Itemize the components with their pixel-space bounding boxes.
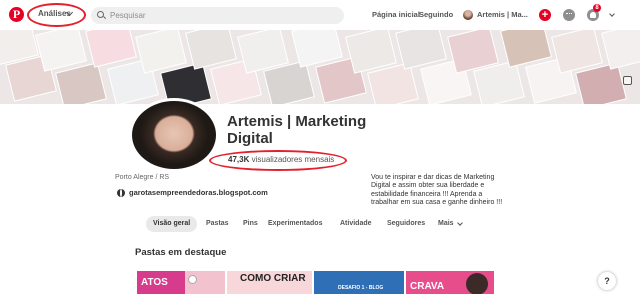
profile-avatar [129,98,219,172]
chevron-down-icon[interactable] [609,11,615,17]
cover-tile [448,30,498,73]
cover-tile [238,30,288,73]
profile-bio: Vou te inspirar e dar dicas de Marketing… [371,174,503,207]
globe-icon [117,189,125,197]
featured-board[interactable]: COMO CRIAR [227,271,312,294]
cover-tile [264,61,314,104]
cover-tile [186,30,236,69]
nav-following[interactable]: Seguindo [419,10,453,19]
search-icon [97,11,104,18]
cover-tile [346,30,396,73]
chevron-down-icon[interactable] [457,220,463,226]
cover-tile [501,30,551,67]
cover-tile [56,63,106,104]
pinterest-logo-icon[interactable]: P [9,7,24,22]
cover-tile [36,30,86,71]
cover-tile [602,30,640,69]
tab-activity[interactable]: Atividade [340,216,372,232]
cover-tile [86,30,136,67]
board-label: COMO CRIAR [240,273,306,284]
featured-boards-title: Pastas em destaque [135,247,227,258]
cover-tile [396,30,446,69]
board-photo [466,273,488,294]
cover-tile [576,63,626,104]
edit-cover-icon[interactable] [623,76,632,85]
board-label: CRAVA [410,281,445,292]
tab-followers[interactable]: Seguidores [387,216,425,232]
help-button[interactable]: ? [598,272,616,290]
cover-image [0,30,640,104]
search-input[interactable] [110,8,335,23]
featured-board[interactable]: ATOS [137,271,185,294]
nav-profile[interactable]: Artemis | Ma... [477,10,528,19]
featured-board[interactable]: DESAFIO 1 - BLOG [314,271,404,294]
plus-icon[interactable]: + [539,9,551,21]
profile-name: Artemis | Marketing Digital [227,113,367,147]
cover-tile [292,30,342,67]
notification-badge: 8 [593,4,601,12]
cover-tile [136,30,186,73]
profile-location: Porto Alegre / RS [115,174,170,181]
chat-icon[interactable] [563,9,575,21]
cover-tile [474,61,524,104]
tab-pins[interactable]: Pins [243,216,258,232]
cover-tile [552,30,602,73]
board-label: DESAFIO 1 - BLOG [338,285,384,291]
avatar[interactable] [463,10,473,20]
tab-more[interactable]: Mais [438,216,454,232]
annotation-circle [27,3,86,27]
profile-website-link[interactable]: garotasempreendedoras.blogspot.com [129,188,268,197]
top-navigation-bar: P Análises Página inicial Seguindo Artem… [0,0,640,30]
featured-board[interactable]: CRAVA [406,271,494,294]
tab-tried[interactable]: Experimentados [268,216,322,232]
cover-tile [368,63,418,104]
tab-overview[interactable]: Visão geral [146,216,198,232]
featured-board[interactable] [185,271,225,294]
annotation-circle [209,150,347,171]
profile-photo [132,101,216,169]
tab-boards[interactable]: Pastas [206,216,229,232]
nav-home[interactable]: Página inicial [372,10,420,19]
board-label: ATOS [141,277,168,288]
clock-icon [188,275,197,284]
